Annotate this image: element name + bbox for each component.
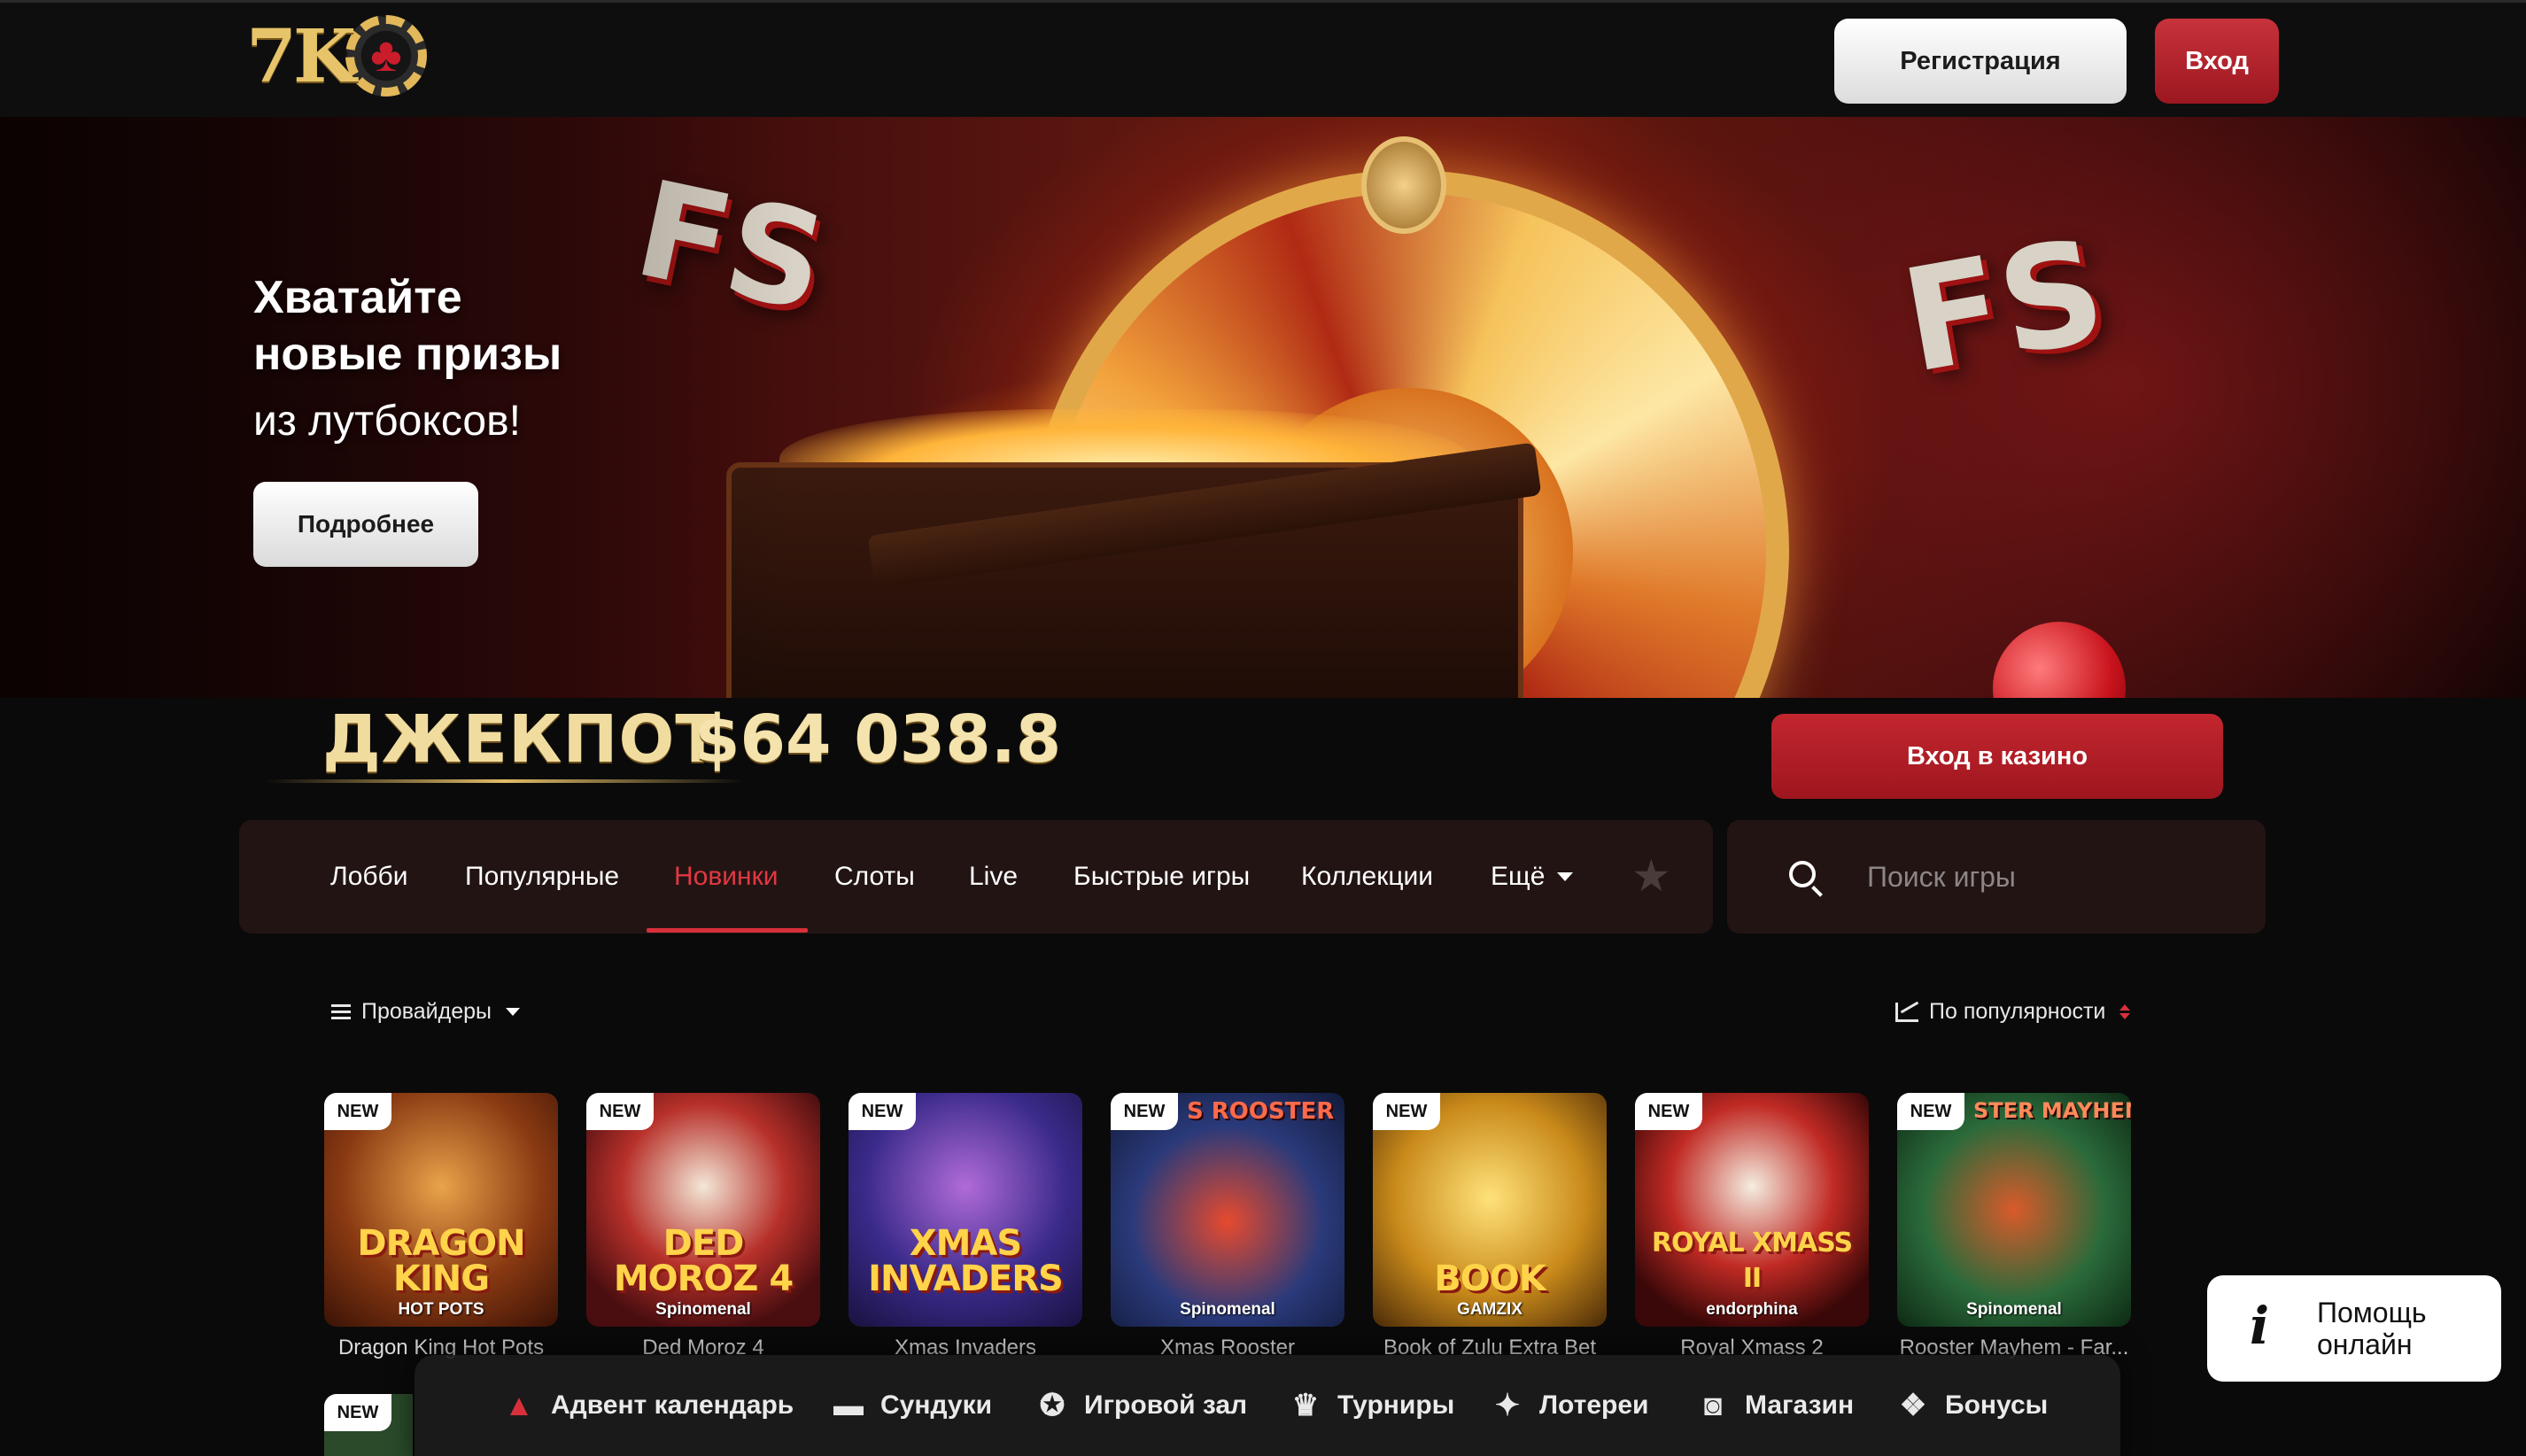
- new-badge: NEW: [324, 1394, 391, 1431]
- login-button[interactable]: Вход: [2155, 19, 2279, 104]
- chip-icon: ✪: [1039, 1389, 1065, 1422]
- game-art-title: ROYAL XMASS II: [1651, 1228, 1853, 1294]
- game-art-top: S ROOSTER: [1187, 1098, 1335, 1125]
- new-badge: NEW: [324, 1093, 391, 1130]
- new-badge: NEW: [1111, 1093, 1178, 1130]
- tab-fast-games[interactable]: Быстрые игры: [1073, 820, 1250, 933]
- top-header: ♣ 7K Регистрация Вход: [0, 0, 2526, 117]
- favorites-star-icon[interactable]: ★: [1631, 854, 1671, 898]
- sort-selector[interactable]: По популярности: [1895, 999, 2131, 1025]
- register-button[interactable]: Регистрация: [1834, 19, 2127, 104]
- providers-filter[interactable]: Провайдеры: [331, 999, 521, 1025]
- search-icon[interactable]: [1789, 861, 1816, 887]
- ticket-icon: ✦: [1494, 1389, 1521, 1422]
- filter-sliders-icon: [331, 1003, 351, 1020]
- banner-title-line2: новые призы: [253, 329, 562, 380]
- sort-label: По популярности: [1929, 999, 2106, 1024]
- shop-label: Магазин: [1745, 1390, 1855, 1420]
- advent-calendar-label: Адвент календарь: [551, 1390, 794, 1420]
- game-card[interactable]: ROYAL XMASS II endorphina NEW: [1635, 1093, 1869, 1327]
- lotteries-link[interactable]: ✦ Лотереи: [1490, 1355, 1649, 1456]
- site-logo[interactable]: ♣ 7K: [244, 10, 430, 114]
- game-art-title: DRAGON KING: [357, 1223, 525, 1299]
- game-art-provider: endorphina: [1706, 1300, 1798, 1319]
- shopping-bag-icon: ◙: [1703, 1389, 1723, 1422]
- new-badge: NEW: [1635, 1093, 1702, 1130]
- active-tab-indicator: [647, 928, 808, 933]
- game-card[interactable]: S ROOSTER Spinomenal NEW: [1111, 1093, 1344, 1327]
- game-art-provider: Spinomenal: [1180, 1300, 1275, 1319]
- bonuses-label: Бонусы: [1945, 1390, 2049, 1420]
- tab-more[interactable]: Ещё: [1491, 820, 1574, 933]
- tournaments-label: Турниры: [1337, 1390, 1455, 1420]
- tab-slots[interactable]: Слоты: [834, 820, 915, 933]
- tab-lobby[interactable]: Лобби: [330, 820, 408, 933]
- new-badge: NEW: [1897, 1093, 1964, 1130]
- game-art-provider: Spinomenal: [1966, 1300, 2062, 1319]
- advent-calendar-link[interactable]: ▲ Адвент календарь: [501, 1355, 794, 1456]
- game-card[interactable]: XMAS INVADERS NEW: [848, 1093, 1082, 1327]
- lotteries-label: Лотереи: [1539, 1390, 1649, 1420]
- chest-icon: ▬: [833, 1389, 864, 1422]
- new-badge: NEW: [848, 1093, 916, 1130]
- slot-lever-ball: [1993, 622, 2126, 698]
- trend-chart-icon: [1895, 1002, 1918, 1022]
- help-label-line1: Помощь: [2317, 1297, 2427, 1328]
- game-card[interactable]: DED MOROZ 4 Spinomenal NEW: [586, 1093, 820, 1327]
- tournaments-link[interactable]: ♛ Турниры: [1288, 1355, 1455, 1456]
- bonuses-link[interactable]: ❖ Бонусы: [1895, 1355, 2049, 1456]
- gift-icon: ❖: [1899, 1389, 1927, 1422]
- help-label: Помощь онлайн: [2317, 1297, 2427, 1360]
- tab-new[interactable]: Новинки: [674, 820, 779, 933]
- chests-label: Сундуки: [880, 1390, 993, 1420]
- game-card[interactable]: STER MAYHEM Spinomenal NEW: [1897, 1093, 2131, 1327]
- trophy-icon: ♛: [1291, 1389, 1320, 1422]
- game-art-title: XMAS INVADERS: [868, 1223, 1064, 1299]
- casino-login-button[interactable]: Вход в казино: [1771, 714, 2223, 799]
- game-card[interactable]: DRAGON KING HOT POTS NEW: [324, 1093, 558, 1327]
- game-hall-link[interactable]: ✪ Игровой зал: [1034, 1355, 1247, 1456]
- deco-fs-right: FS: [1891, 206, 2117, 406]
- tab-live[interactable]: Live: [969, 820, 1018, 933]
- game-art-provider: HOT POTS: [398, 1300, 484, 1319]
- providers-filter-label: Провайдеры: [361, 999, 492, 1024]
- bottom-feature-bar: ▲ Адвент календарь ▬ Сундуки ✪ Игровой з…: [415, 1355, 2120, 1456]
- new-badge: NEW: [1373, 1093, 1440, 1130]
- wheel-pin-icon: [1361, 136, 1446, 234]
- banner-title-line1: Хватайте: [253, 272, 462, 323]
- help-label-line2: онлайн: [2317, 1328, 2413, 1360]
- tab-more-label: Ещё: [1491, 862, 1546, 891]
- online-help-button[interactable]: i Помощь онлайн: [2207, 1275, 2501, 1382]
- chests-link[interactable]: ▬ Сундуки: [831, 1355, 992, 1456]
- info-icon: i: [2250, 1296, 2270, 1356]
- sort-arrows-icon: [2119, 1004, 2131, 1019]
- new-badge: NEW: [586, 1093, 654, 1130]
- santa-hat-icon: ▲: [504, 1389, 534, 1422]
- chevron-down-icon: [1557, 872, 1574, 881]
- category-nav: Лобби Популярные Новинки Слоты Live Быст…: [239, 820, 1713, 933]
- jackpot-divider: [266, 779, 744, 783]
- tab-popular[interactable]: Популярные: [465, 820, 619, 933]
- game-hall-label: Игровой зал: [1084, 1390, 1248, 1420]
- game-art-provider: Spinomenal: [655, 1300, 751, 1319]
- logo-text: 7K: [246, 14, 356, 99]
- game-card[interactable]: NEW: [324, 1394, 413, 1456]
- shop-link[interactable]: ◙ Магазин: [1695, 1355, 1854, 1456]
- game-art-top: STER MAYHEM: [1973, 1098, 2131, 1123]
- search-input[interactable]: [1867, 852, 2239, 902]
- game-card[interactable]: BOOK GAMZIX NEW: [1373, 1093, 1607, 1327]
- banner-more-button[interactable]: Подробнее: [253, 482, 478, 567]
- club-suit-icon: ♣: [370, 28, 402, 81]
- chevron-down-icon: [506, 1008, 521, 1016]
- tab-collections[interactable]: Коллекции: [1301, 820, 1433, 933]
- jackpot-value: $64 038.8: [694, 701, 1062, 778]
- jackpot-label: ДЖЕКПОТ: [322, 701, 721, 778]
- logo-chip-icon: ♣: [345, 15, 427, 97]
- banner-subtitle: из лутбоксов!: [253, 398, 521, 445]
- game-search: [1727, 820, 2266, 933]
- casino-lobby-page: ♣ 7K Регистрация Вход FS FS Хватайте нов…: [0, 0, 2526, 1456]
- game-art-title: BOOK: [1434, 1259, 1546, 1299]
- game-art-provider: GAMZIX: [1457, 1300, 1523, 1319]
- game-art-title: DED MOROZ 4: [613, 1223, 794, 1299]
